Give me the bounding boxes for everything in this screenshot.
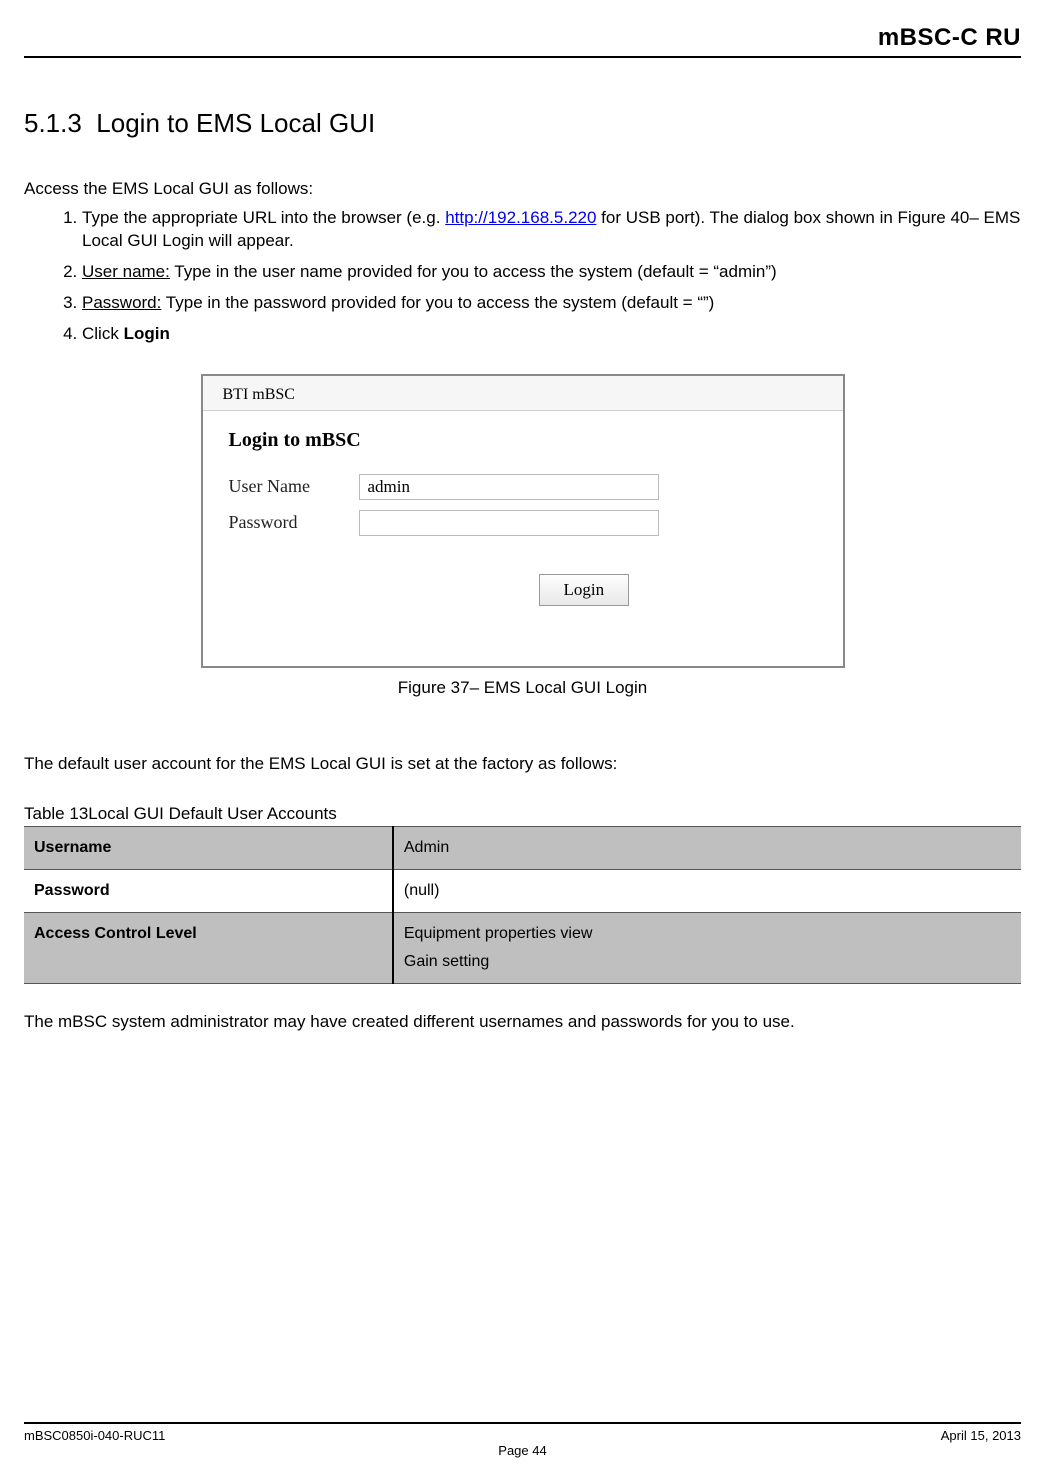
login-button[interactable]: Login (539, 574, 630, 606)
login-dialog: BTI mBSC Login to mBSC User Name Passwor… (201, 374, 845, 668)
page-footer: mBSC0850i-040-RUC11 April 15, 2013 Page … (24, 1422, 1021, 1458)
username-val: Admin (393, 826, 1021, 869)
password-label: Password (229, 512, 359, 533)
acl-val: Equipment properties view Gain setting (393, 912, 1021, 983)
login-figure: BTI mBSC Login to mBSC User Name Passwor… (24, 374, 1021, 698)
table-row: Password (null) (24, 869, 1021, 912)
defaults-table: Username Admin Password (null) Access Co… (24, 826, 1021, 984)
acl-line2: Gain setting (404, 953, 1011, 971)
steps-list: Type the appropriate URL into the browse… (24, 207, 1021, 346)
username-input[interactable] (359, 474, 659, 500)
acl-key: Access Control Level (24, 912, 393, 983)
username-label: User Name (229, 476, 359, 497)
table-row: Access Control Level Equipment propertie… (24, 912, 1021, 983)
step-4-bold: Login (124, 324, 170, 343)
step-4: Click Login (82, 323, 1021, 346)
section-heading: 5.1.3 Login to EMS Local GUI (24, 108, 1021, 139)
section-number: 5.1.3 (24, 108, 82, 138)
login-heading: Login to mBSC (229, 429, 817, 452)
step-2-text: Type in the user name provided for you t… (170, 262, 777, 281)
figure-caption: Figure 37– EMS Local GUI Login (24, 678, 1021, 698)
step-1-pre: Type the appropriate URL into the browse… (82, 208, 445, 227)
header-right: mBSC-C RU (878, 24, 1021, 51)
page-header: mBSC-C RU (24, 24, 1021, 58)
table-row: Username Admin (24, 826, 1021, 869)
step-1: Type the appropriate URL into the browse… (82, 207, 1021, 253)
acl-line1: Equipment properties view (404, 925, 593, 942)
url-link[interactable]: http://192.168.5.220 (445, 208, 596, 227)
default-account-paragraph: The default user account for the EMS Loc… (24, 754, 1021, 774)
step-3: Password: Type in the password provided … (82, 292, 1021, 315)
password-val: (null) (393, 869, 1021, 912)
step-4-pre: Click (82, 324, 124, 343)
password-input[interactable] (359, 510, 659, 536)
intro-text: Access the EMS Local GUI as follows: (24, 179, 1021, 199)
username-key: Username (24, 826, 393, 869)
footer-left: mBSC0850i-040-RUC11 (24, 1428, 165, 1443)
table-title: Table 13Local GUI Default User Accounts (24, 804, 1021, 824)
step-2-label: User name: (82, 262, 170, 281)
footer-page: Page 44 (24, 1443, 1021, 1458)
step-3-label: Password: (82, 293, 161, 312)
step-2: User name: Type in the user name provide… (82, 261, 1021, 284)
step-3-text: Type in the password provided for you to… (161, 293, 714, 312)
dialog-tab: BTI mBSC (203, 376, 843, 411)
footer-right: April 15, 2013 (941, 1428, 1021, 1443)
password-key: Password (24, 869, 393, 912)
admin-paragraph: The mBSC system administrator may have c… (24, 1012, 1021, 1032)
section-title: Login to EMS Local GUI (96, 108, 375, 138)
